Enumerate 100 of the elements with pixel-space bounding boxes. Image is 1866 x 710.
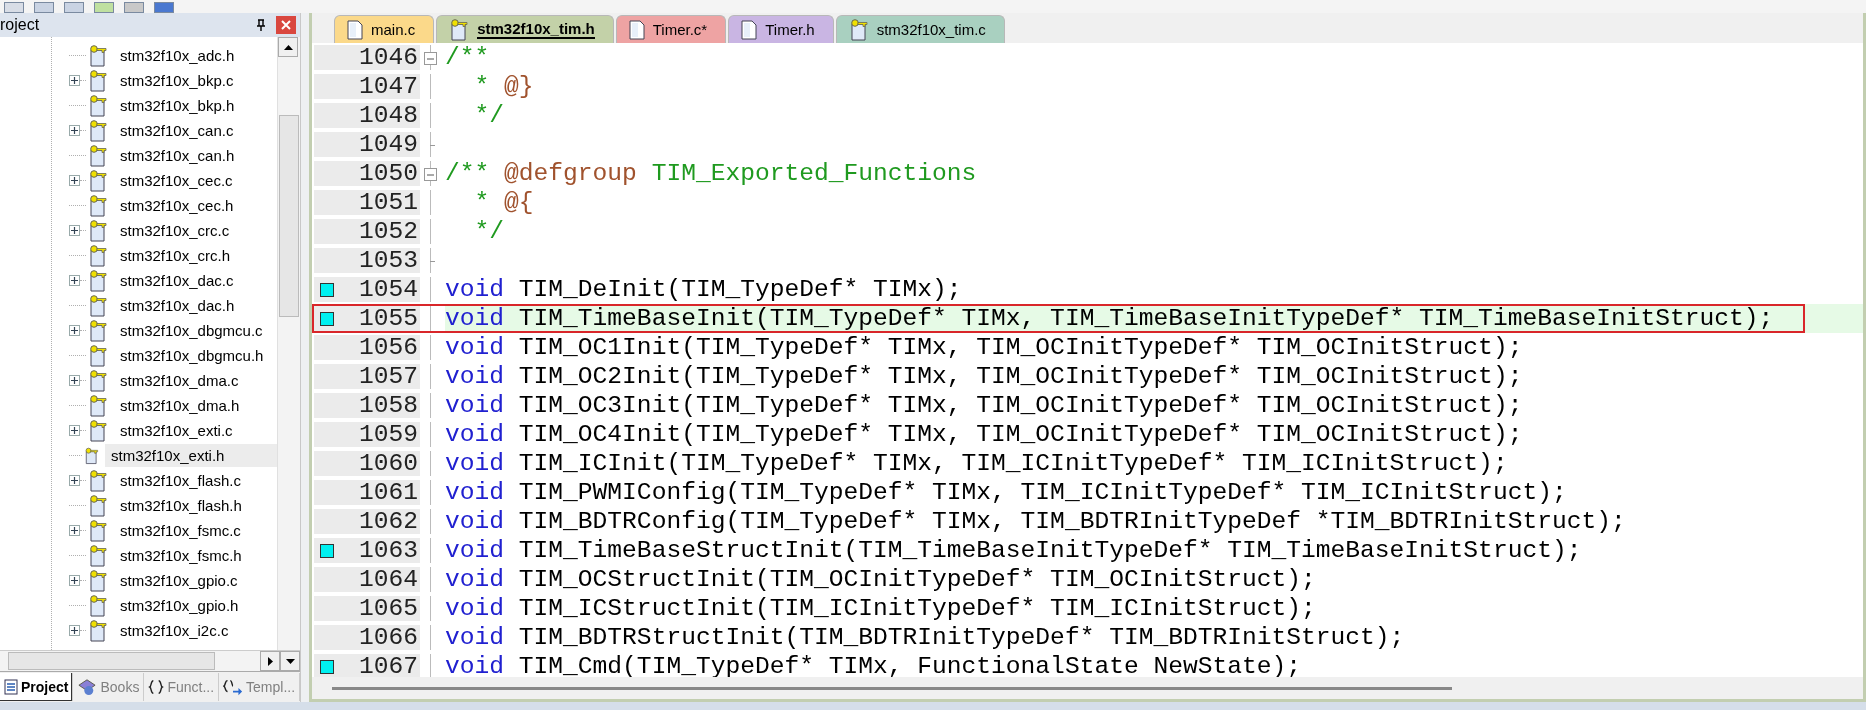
scroll-right-button[interactable]: [260, 651, 280, 671]
expand-icon[interactable]: [69, 375, 80, 386]
key-file-icon: [88, 44, 108, 67]
line-number: 1061: [358, 479, 419, 506]
code-line: /**: [445, 44, 490, 71]
tree-item[interactable]: stm32f10x_exti.h: [105, 444, 277, 467]
tree-item[interactable]: stm32f10x_crc.h: [114, 244, 237, 267]
file-tab[interactable]: stm32f10x_tim.c: [835, 15, 1005, 43]
tree-item[interactable]: stm32f10x_bkp.h: [114, 94, 241, 117]
scrollbar-thumb[interactable]: [332, 686, 1452, 690]
line-number: 1050: [358, 160, 419, 187]
line-number: 1060: [358, 450, 419, 477]
tree-item[interactable]: stm32f10x_dbgmcu.h: [114, 344, 270, 367]
pane-tab[interactable]: Books: [73, 673, 145, 701]
expand-icon[interactable]: [69, 625, 80, 636]
expand-icon[interactable]: [69, 125, 80, 136]
down-arrow-icon: [285, 658, 295, 664]
template-icon: [223, 678, 244, 696]
line-number: 1048: [358, 102, 419, 129]
up-arrow-icon: [283, 44, 293, 50]
tree-item[interactable]: stm32f10x_bkp.c: [114, 69, 240, 92]
pane-tab[interactable]: Templ...: [219, 673, 300, 701]
tree-item[interactable]: stm32f10x_gpio.h: [114, 594, 245, 617]
expand-icon[interactable]: [69, 575, 80, 586]
line-number: 1056: [358, 334, 419, 361]
key-file-icon: [88, 319, 108, 342]
tree-item[interactable]: stm32f10x_cec.c: [114, 169, 239, 192]
bookmark-icon[interactable]: [320, 311, 334, 326]
file-icon: [347, 19, 363, 40]
tree-item[interactable]: stm32f10x_flash.c: [114, 469, 247, 492]
line-number: 1053: [358, 247, 419, 274]
code-line: void TIM_OCStructInit(TIM_OCInitTypeDef* TIM_OCInitStruct);: [445, 566, 1316, 593]
key-file-icon: [88, 269, 108, 292]
toolbar-icon[interactable]: [4, 2, 24, 13]
collapse-icon[interactable]: [424, 52, 437, 65]
line-number: 1047: [358, 73, 419, 100]
expand-icon[interactable]: [69, 175, 80, 186]
file-tab[interactable]: stm32f10x_tim.h: [436, 15, 614, 43]
tree-item[interactable]: stm32f10x_dbgmcu.c: [114, 319, 269, 342]
collapse-icon[interactable]: [424, 168, 437, 181]
code-line: void TIM_OC1Init(TIM_TypeDef* TIMx, TIM_OCInitTypeDef* TIM_OCInitStruct);: [445, 334, 1523, 361]
bookmark-icon[interactable]: [320, 543, 334, 558]
tree-item[interactable]: stm32f10x_i2c.c: [114, 619, 235, 642]
line-number: 1055: [358, 305, 419, 332]
file-tab[interactable]: Timer.h: [728, 15, 834, 43]
tree-item[interactable]: stm32f10x_dac.c: [114, 269, 240, 292]
key-file-icon: [88, 119, 108, 142]
tree-item[interactable]: stm32f10x_exti.c: [114, 419, 239, 442]
tree-item[interactable]: stm32f10x_can.c: [114, 119, 240, 142]
tree-item[interactable]: stm32f10x_fsmc.c: [114, 519, 247, 542]
code-line: */: [473, 102, 505, 129]
file-tab[interactable]: Timer.c*: [615, 15, 727, 43]
file-tab[interactable]: main.c: [334, 15, 435, 43]
expand-icon[interactable]: [69, 525, 80, 536]
key-file-icon: [848, 18, 869, 41]
tree-item[interactable]: stm32f10x_dma.c: [114, 369, 245, 392]
key-file-icon: [88, 394, 108, 417]
expand-icon[interactable]: [69, 475, 80, 486]
pane-tab[interactable]: Funct...: [144, 673, 220, 701]
scroll-up-button[interactable]: [278, 37, 298, 57]
dropdown-button[interactable]: [280, 651, 300, 671]
line-number: 1046: [358, 44, 419, 71]
pin-icon[interactable]: [256, 19, 266, 31]
tree-item[interactable]: stm32f10x_can.h: [114, 144, 241, 167]
key-file-icon: [88, 369, 108, 392]
key-file-icon: [88, 194, 108, 217]
tree-item[interactable]: stm32f10x_dac.h: [114, 294, 241, 317]
code-line: void TIM_OC3Init(TIM_TypeDef* TIMx, TIM_OCInitTypeDef* TIM_OCInitStruct);: [445, 392, 1523, 419]
expand-icon[interactable]: [69, 225, 80, 236]
expand-icon[interactable]: [69, 325, 80, 336]
key-file-icon: [88, 544, 108, 567]
expand-icon[interactable]: [69, 275, 80, 286]
code-line: void TIM_PWMIConfig(TIM_TypeDef* TIMx, TIM_ICInitTypeDef* TIM_ICInitStruct);: [445, 479, 1567, 506]
tree-item[interactable]: stm32f10x_cec.h: [114, 194, 240, 217]
expand-icon[interactable]: [69, 425, 80, 436]
tree-item[interactable]: stm32f10x_fsmc.h: [114, 544, 248, 567]
tree-item[interactable]: stm32f10x_crc.c: [114, 219, 236, 242]
tree-item[interactable]: stm32f10x_flash.h: [114, 494, 248, 517]
bookmark-icon[interactable]: [320, 659, 334, 674]
key-file-icon: [88, 219, 108, 242]
key-file-icon: [88, 419, 108, 442]
scrollbar-thumb[interactable]: [279, 115, 299, 317]
tree-item[interactable]: stm32f10x_adc.h: [114, 44, 241, 67]
line-number: 1058: [358, 392, 419, 419]
pane-tab[interactable]: Project: [0, 673, 74, 701]
line-number: 1062: [358, 508, 419, 535]
line-number: 1049: [358, 131, 419, 158]
expand-icon[interactable]: [69, 75, 80, 86]
tree-item[interactable]: stm32f10x_dma.h: [114, 394, 246, 417]
right-arrow-icon: [267, 656, 273, 666]
key-file-icon: [88, 594, 108, 617]
line-number: 1059: [358, 421, 419, 448]
code-line: void TIM_BDTRConfig(TIM_TypeDef* TIMx, TIM_BDTRInitTypeDef *TIM_BDTRInitStruct);: [445, 508, 1626, 535]
key-file-icon: [88, 169, 108, 192]
scrollbar-thumb[interactable]: [8, 652, 215, 670]
bookmark-icon[interactable]: [320, 282, 334, 297]
line-number: 1064: [358, 566, 419, 593]
tree-item[interactable]: stm32f10x_gpio.c: [114, 569, 244, 592]
close-button[interactable]: [276, 16, 296, 34]
code-line: */: [473, 218, 505, 245]
